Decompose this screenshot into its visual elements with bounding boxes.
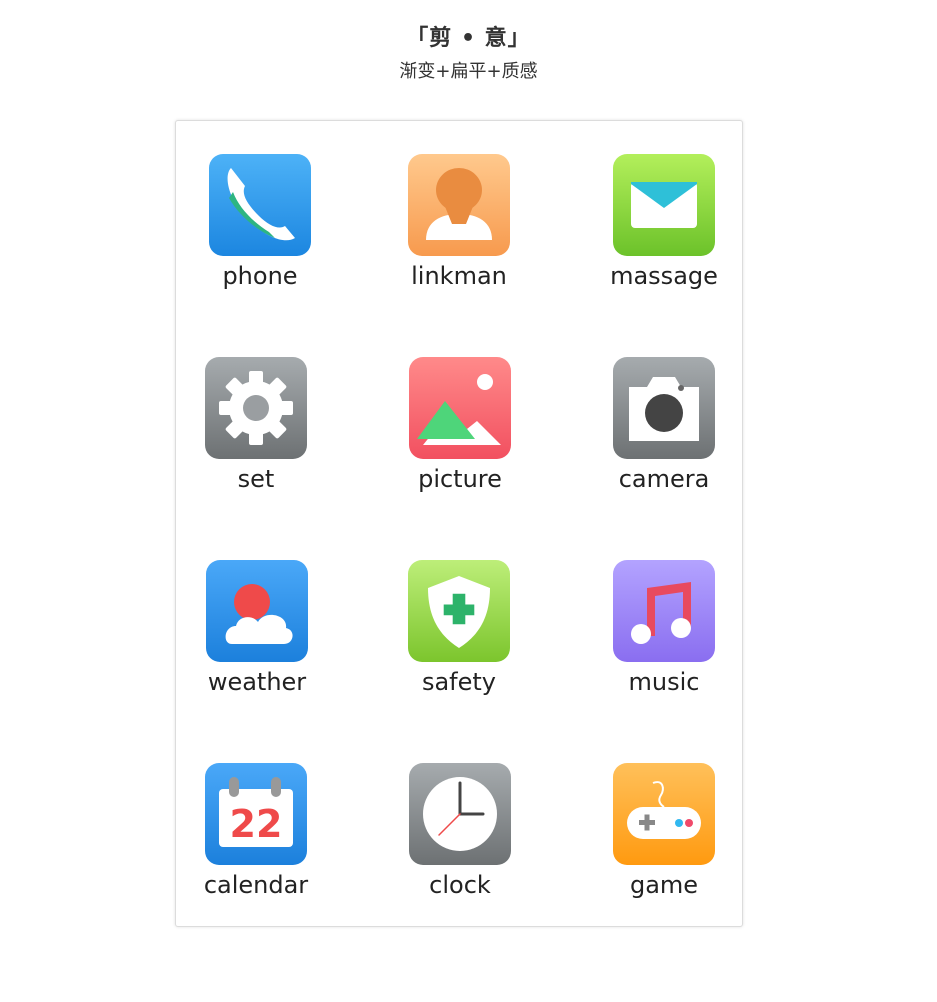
app-weather[interactable]: weather — [187, 560, 327, 720]
app-label: clock — [429, 871, 491, 899]
camera-icon — [613, 357, 715, 459]
app-massage[interactable]: massage — [594, 154, 734, 314]
gear-icon — [205, 357, 307, 459]
shield-icon — [408, 560, 510, 662]
app-calendar[interactable]: 22 calendar — [186, 763, 326, 923]
app-label: camera — [618, 465, 710, 493]
calendar-day-number: 22 — [230, 802, 283, 846]
weather-icon — [206, 560, 308, 662]
app-label: music — [628, 668, 700, 696]
app-label: massage — [610, 262, 718, 290]
app-clock[interactable]: clock — [390, 763, 530, 923]
page-title: 「剪 • 意」 — [406, 26, 531, 51]
page-subtitle: 渐变+扁平+质感 — [399, 61, 538, 82]
app-linkman[interactable]: linkman — [389, 154, 529, 314]
app-label: safety — [421, 668, 497, 696]
mail-icon — [613, 154, 715, 256]
app-label: game — [629, 871, 699, 899]
phone-icon — [209, 154, 311, 256]
gamepad-icon — [613, 763, 715, 865]
app-label: calendar — [203, 871, 309, 899]
app-set[interactable]: set — [186, 357, 326, 517]
calendar-icon: 22 — [205, 763, 307, 865]
app-phone[interactable]: phone — [190, 154, 330, 314]
app-safety[interactable]: safety — [389, 560, 529, 720]
app-label: linkman — [411, 262, 507, 290]
app-picture[interactable]: picture — [390, 357, 530, 517]
app-label: weather — [207, 668, 307, 696]
picture-icon — [409, 357, 511, 459]
app-label: picture — [418, 465, 502, 493]
app-camera[interactable]: camera — [594, 357, 734, 517]
app-label: set — [237, 465, 275, 493]
music-icon — [613, 560, 715, 662]
contact-icon — [408, 154, 510, 256]
app-game[interactable]: game — [594, 763, 734, 923]
app-label: phone — [222, 262, 298, 290]
clock-icon — [409, 763, 511, 865]
app-music[interactable]: music — [594, 560, 734, 720]
app-grid-card: phone linkman massage set picture camera… — [175, 120, 743, 927]
